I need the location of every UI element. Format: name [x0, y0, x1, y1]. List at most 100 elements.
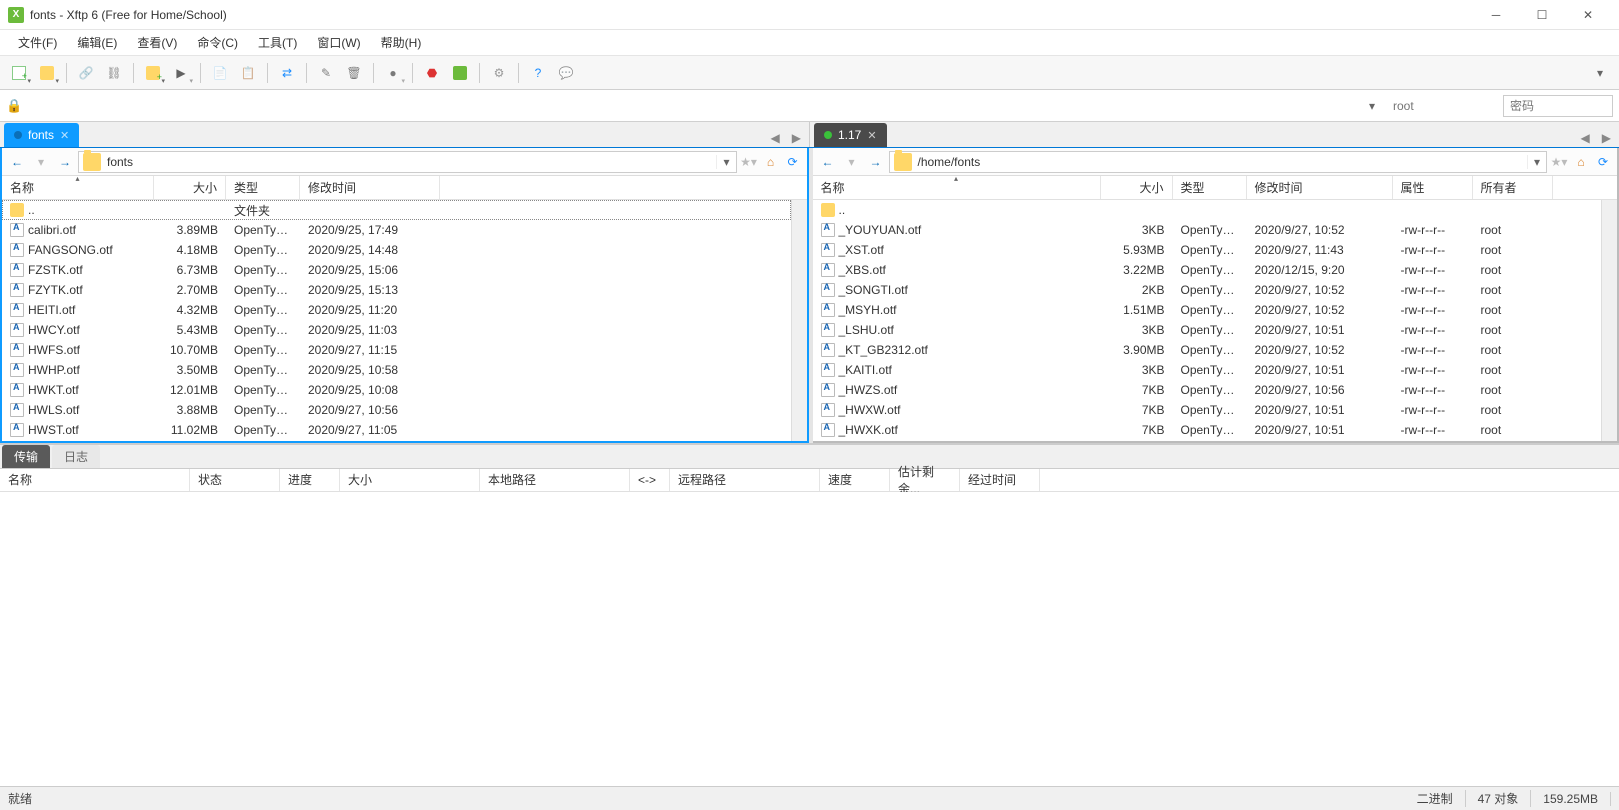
open-session-button[interactable]: [34, 60, 60, 86]
new-folder-button[interactable]: +: [140, 60, 166, 86]
file-row[interactable]: HWFS.otf10.70MBOpenTyp...2020/9/27, 11:1…: [2, 340, 791, 360]
menu-help[interactable]: 帮助(H): [373, 32, 430, 53]
file-row[interactable]: _KT_GB2312.otf3.90MBOpenTyp...2020/9/27,…: [813, 340, 1602, 360]
password-input[interactable]: [1503, 95, 1613, 117]
file-row[interactable]: _HWZS.otf7KBOpenTyp...2020/9/27, 10:56-r…: [813, 380, 1602, 400]
home-button[interactable]: ⌂: [1571, 152, 1591, 172]
delete-button[interactable]: 🗑: [341, 60, 367, 86]
col-size[interactable]: 大小: [1101, 176, 1173, 199]
new-session-button[interactable]: +: [6, 60, 32, 86]
menu-tools[interactable]: 工具(T): [250, 32, 305, 53]
forward-button[interactable]: →: [54, 151, 76, 173]
local-file-list[interactable]: ..文件夹calibri.otf3.89MBOpenTyp...2020/9/2…: [2, 200, 791, 441]
bookmark-button[interactable]: ★▾: [739, 152, 759, 172]
minimize-button[interactable]: ─: [1473, 0, 1519, 30]
edit-button[interactable]: ✎: [313, 60, 339, 86]
file-row[interactable]: FZYTK.otf2.70MBOpenTyp...2020/9/25, 15:1…: [2, 280, 791, 300]
host-dropdown[interactable]: ▾: [1363, 99, 1381, 113]
tab-next[interactable]: ▶: [1598, 131, 1615, 145]
recent-dropdown[interactable]: ▾: [30, 151, 52, 173]
close-button[interactable]: ✕: [1565, 0, 1611, 30]
local-tab[interactable]: fonts ✕: [4, 123, 79, 147]
tcol-eta[interactable]: 估计剩余...: [890, 469, 960, 491]
tcol-progress[interactable]: 进度: [280, 469, 340, 491]
file-row[interactable]: _HWXH.otf6KBOpenTyp...2020/9/27, 10:51-r…: [813, 440, 1602, 441]
back-button[interactable]: ←: [817, 151, 839, 173]
paste-button[interactable]: 📋: [235, 60, 261, 86]
file-row[interactable]: _KAITI.otf3KBOpenTyp...2020/9/27, 10:51-…: [813, 360, 1602, 380]
back-button[interactable]: ←: [6, 151, 28, 173]
file-row[interactable]: calibri.otf3.89MBOpenTyp...2020/9/25, 17…: [2, 220, 791, 240]
file-row[interactable]: _HWXW.otf7KBOpenTyp...2020/9/27, 10:51-r…: [813, 400, 1602, 420]
file-row[interactable]: _SONGTI.otf2KBOpenTyp...2020/9/27, 10:52…: [813, 280, 1602, 300]
col-size[interactable]: 大小: [154, 176, 226, 199]
file-row[interactable]: HWCY.otf5.43MBOpenTyp...2020/9/25, 11:03: [2, 320, 791, 340]
reconnect-button[interactable]: 🔗: [73, 60, 99, 86]
file-row[interactable]: FZSTK.otf6.73MBOpenTyp...2020/9/25, 15:0…: [2, 260, 791, 280]
stop-button[interactable]: ⬣: [419, 60, 445, 86]
file-row[interactable]: HEITI.otf4.32MBOpenTyp...2020/9/25, 11:2…: [2, 300, 791, 320]
file-row[interactable]: HWST.otf11.02MBOpenTyp...2020/9/27, 11:0…: [2, 420, 791, 440]
copy-button[interactable]: 📄: [207, 60, 233, 86]
settings-button[interactable]: ⚙: [486, 60, 512, 86]
tab-next[interactable]: ▶: [788, 131, 805, 145]
remote-tab[interactable]: 1.17 ✕: [814, 123, 887, 147]
path-box[interactable]: /home/fonts ▾: [889, 151, 1548, 173]
parent-folder-row[interactable]: ..文件夹: [2, 200, 791, 220]
toolbar-overflow[interactable]: ▾: [1587, 60, 1613, 86]
tcol-local[interactable]: 本地路径: [480, 469, 630, 491]
file-row[interactable]: _XST.otf5.93MBOpenTyp...2020/9/27, 11:43…: [813, 240, 1602, 260]
tcol-elapsed[interactable]: 经过时间: [960, 469, 1040, 491]
tcol-size[interactable]: 大小: [340, 469, 480, 491]
scrollbar[interactable]: [1601, 200, 1617, 441]
forward-button[interactable]: →: [865, 151, 887, 173]
refresh-button[interactable]: ⟳: [1593, 152, 1613, 172]
maximize-button[interactable]: ☐: [1519, 0, 1565, 30]
home-button[interactable]: ⌂: [761, 152, 781, 172]
path-box[interactable]: fonts ▾: [78, 151, 737, 173]
scrollbar[interactable]: [791, 200, 807, 441]
tcol-speed[interactable]: 速度: [820, 469, 890, 491]
disconnect-button[interactable]: ⛓: [101, 60, 127, 86]
view-mode-button[interactable]: ●: [380, 60, 406, 86]
col-type[interactable]: 类型: [1173, 176, 1247, 199]
transfer-list[interactable]: [0, 492, 1619, 787]
file-row[interactable]: FANGSONG.otf4.18MBOpenTyp...2020/9/25, 1…: [2, 240, 791, 260]
tab-prev[interactable]: ◀: [1577, 131, 1594, 145]
file-row[interactable]: _MSYH.otf1.51MBOpenTyp...2020/9/27, 10:5…: [813, 300, 1602, 320]
tab-close-icon[interactable]: ✕: [60, 129, 69, 142]
username-input[interactable]: [1387, 96, 1497, 116]
recent-dropdown[interactable]: ▾: [841, 151, 863, 173]
file-row[interactable]: _XBS.otf3.22MBOpenTyp...2020/12/15, 9:20…: [813, 260, 1602, 280]
parent-folder-row[interactable]: ..: [813, 200, 1602, 220]
host-input[interactable]: [28, 95, 1357, 117]
remote-file-list[interactable]: .._YOUYUAN.otf3KBOpenTyp...2020/9/27, 10…: [813, 200, 1602, 441]
tcol-name[interactable]: 名称: [0, 469, 190, 491]
transfer-button[interactable]: ▶: [168, 60, 194, 86]
menu-command[interactable]: 命令(C): [189, 32, 246, 53]
col-owner[interactable]: 所有者: [1473, 176, 1553, 199]
col-date[interactable]: 修改时间: [1247, 176, 1393, 199]
menu-window[interactable]: 窗口(W): [309, 32, 368, 53]
file-row[interactable]: HWKT.otf12.01MBOpenTyp...2020/9/25, 10:0…: [2, 380, 791, 400]
transfer-tab[interactable]: 传输: [2, 445, 50, 468]
file-row[interactable]: HWHP.otf3.50MBOpenTyp...2020/9/25, 10:58: [2, 360, 791, 380]
menu-edit[interactable]: 编辑(E): [69, 32, 125, 53]
tcol-remote[interactable]: 远程路径: [670, 469, 820, 491]
bookmark-button[interactable]: ★▾: [1549, 152, 1569, 172]
tcol-status[interactable]: 状态: [190, 469, 280, 491]
log-tab[interactable]: 日志: [52, 445, 100, 468]
file-row[interactable]: _LSHU.otf3KBOpenTyp...2020/9/27, 10:51-r…: [813, 320, 1602, 340]
col-name[interactable]: 名称: [2, 176, 154, 199]
file-row[interactable]: HWLS.otf3.88MBOpenTyp...2020/9/27, 10:56: [2, 400, 791, 420]
col-attr[interactable]: 属性: [1393, 176, 1473, 199]
col-date[interactable]: 修改时间: [300, 176, 440, 199]
col-name[interactable]: 名称: [813, 176, 1101, 199]
file-row[interactable]: _YOUYUAN.otf3KBOpenTyp...2020/9/27, 10:5…: [813, 220, 1602, 240]
menu-file[interactable]: 文件(F): [10, 32, 65, 53]
chat-button[interactable]: 💬: [553, 60, 579, 86]
tab-prev[interactable]: ◀: [767, 131, 784, 145]
path-dropdown[interactable]: ▾: [716, 155, 735, 169]
menu-view[interactable]: 查看(V): [129, 32, 185, 53]
refresh-button[interactable]: ⟳: [783, 152, 803, 172]
